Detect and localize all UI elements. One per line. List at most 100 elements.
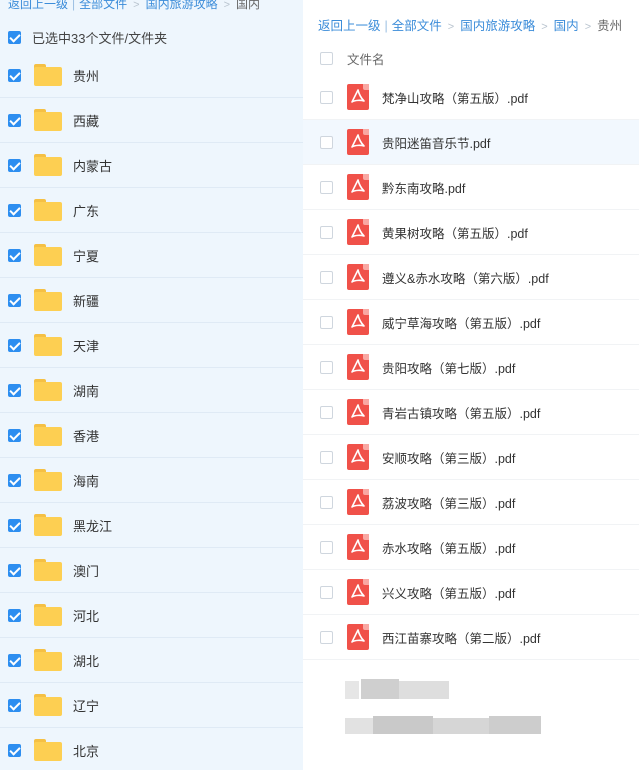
- file-row[interactable]: 贵阳迷笛音乐节.pdf: [303, 120, 639, 165]
- file-name[interactable]: 荔波攻略（第三版）.pdf: [382, 493, 515, 512]
- row-checkbox[interactable]: [8, 68, 21, 82]
- row-checkbox[interactable]: [8, 248, 21, 262]
- folder-row[interactable]: 天津: [0, 323, 303, 368]
- folder-name[interactable]: 黑龙江: [73, 516, 112, 535]
- folder-row[interactable]: 湖南: [0, 368, 303, 413]
- file-name[interactable]: 贵阳迷笛音乐节.pdf: [382, 133, 490, 152]
- file-row[interactable]: 黔东南攻略.pdf: [303, 165, 639, 210]
- file-row[interactable]: 兴义攻略（第五版）.pdf: [303, 570, 639, 615]
- folder-name[interactable]: 澳门: [73, 561, 99, 580]
- folder-row[interactable]: 辽宁: [0, 683, 303, 728]
- file-name[interactable]: 贵阳攻略（第七版）.pdf: [382, 358, 515, 377]
- file-name[interactable]: 安顺攻略（第三版）.pdf: [382, 448, 515, 467]
- file-row[interactable]: 安顺攻略（第三版）.pdf: [303, 435, 639, 480]
- folder-name[interactable]: 宁夏: [73, 246, 99, 265]
- row-checkbox[interactable]: [320, 90, 333, 104]
- domestic-link[interactable]: 国内: [554, 19, 579, 33]
- back-link[interactable]: 返回上一级: [318, 19, 381, 33]
- file-row[interactable]: 遵义&赤水攻略（第六版）.pdf: [303, 255, 639, 300]
- pdf-icon: [347, 399, 369, 425]
- row-checkbox[interactable]: [8, 383, 21, 397]
- folder-name[interactable]: 湖南: [73, 381, 99, 400]
- folder-row[interactable]: 北京: [0, 728, 303, 770]
- file-name[interactable]: 西江苗寨攻略（第二版）.pdf: [382, 628, 540, 647]
- folder-row[interactable]: 香港: [0, 413, 303, 458]
- row-checkbox[interactable]: [8, 158, 21, 172]
- row-checkbox[interactable]: [8, 473, 21, 487]
- row-checkbox[interactable]: [320, 405, 333, 419]
- row-checkbox[interactable]: [8, 338, 21, 352]
- folder-name[interactable]: 贵州: [73, 66, 99, 85]
- all-files-link[interactable]: 全部文件: [79, 0, 127, 11]
- folder-row[interactable]: 贵州: [0, 53, 303, 98]
- file-row[interactable]: 威宁草海攻略（第五版）.pdf: [303, 300, 639, 345]
- row-checkbox[interactable]: [320, 585, 333, 599]
- row-checkbox[interactable]: [320, 360, 333, 374]
- file-name[interactable]: 遵义&赤水攻略（第六版）.pdf: [382, 268, 549, 287]
- folder-name[interactable]: 辽宁: [73, 696, 99, 715]
- row-checkbox[interactable]: [320, 225, 333, 239]
- row-checkbox[interactable]: [320, 540, 333, 554]
- row-checkbox[interactable]: [320, 450, 333, 464]
- row-checkbox[interactable]: [320, 315, 333, 329]
- domestic-guides-link[interactable]: 国内旅游攻略: [460, 19, 535, 33]
- file-name[interactable]: 黔东南攻略.pdf: [382, 178, 465, 197]
- row-checkbox[interactable]: [8, 698, 21, 712]
- folder-row[interactable]: 湖北: [0, 638, 303, 683]
- file-name[interactable]: 兴义攻略（第五版）.pdf: [382, 583, 515, 602]
- domestic-guides-link[interactable]: 国内旅游攻略: [146, 0, 218, 11]
- folder-row[interactable]: 海南: [0, 458, 303, 503]
- row-checkbox[interactable]: [320, 135, 333, 149]
- file-row[interactable]: 黄果树攻略（第五版）.pdf: [303, 210, 639, 255]
- all-files-link[interactable]: 全部文件: [392, 19, 442, 33]
- folder-row[interactable]: 河北: [0, 593, 303, 638]
- folder-row[interactable]: 宁夏: [0, 233, 303, 278]
- row-checkbox[interactable]: [8, 743, 21, 757]
- row-checkbox[interactable]: [8, 203, 21, 217]
- row-checkbox[interactable]: [8, 113, 21, 127]
- file-row[interactable]: 青岩古镇攻略（第五版）.pdf: [303, 390, 639, 435]
- folder-name[interactable]: 广东: [73, 201, 99, 220]
- folder-name[interactable]: 北京: [73, 741, 99, 760]
- file-row[interactable]: 贵阳攻略（第七版）.pdf: [303, 345, 639, 390]
- folder-name[interactable]: 海南: [73, 471, 99, 490]
- back-link[interactable]: 返回上一级: [8, 0, 68, 11]
- folder-row[interactable]: 新疆: [0, 278, 303, 323]
- file-row[interactable]: 梵净山攻略（第五版）.pdf: [303, 75, 639, 120]
- file-name[interactable]: 梵净山攻略（第五版）.pdf: [382, 88, 528, 107]
- folder-name[interactable]: 香港: [73, 426, 99, 445]
- folder-name[interactable]: 河北: [73, 606, 99, 625]
- row-checkbox[interactable]: [8, 518, 21, 532]
- row-checkbox[interactable]: [8, 563, 21, 577]
- folder-name[interactable]: 西藏: [73, 111, 99, 130]
- folder-row[interactable]: 广东: [0, 188, 303, 233]
- select-all-checkbox[interactable]: [320, 51, 333, 65]
- file-row[interactable]: 赤水攻略（第五版）.pdf: [303, 525, 639, 570]
- folder-name[interactable]: 湖北: [73, 651, 99, 670]
- folder-icon: [34, 739, 62, 761]
- file-name[interactable]: 赤水攻略（第五版）.pdf: [382, 538, 515, 557]
- folder-row[interactable]: 黑龙江: [0, 503, 303, 548]
- row-checkbox[interactable]: [320, 180, 333, 194]
- row-checkbox[interactable]: [320, 630, 333, 644]
- file-row[interactable]: 西江苗寨攻略（第二版）.pdf: [303, 615, 639, 660]
- folder-row[interactable]: 澳门: [0, 548, 303, 593]
- file-list: 梵净山攻略（第五版）.pdf 贵阳迷笛音乐节.pdf 黔东南攻略.pdf 黄果树…: [303, 75, 639, 660]
- row-checkbox[interactable]: [8, 293, 21, 307]
- folder-name[interactable]: 内蒙古: [73, 156, 112, 175]
- row-checkbox[interactable]: [320, 270, 333, 284]
- row-checkbox[interactable]: [320, 495, 333, 509]
- row-checkbox[interactable]: [8, 608, 21, 622]
- file-name[interactable]: 威宁草海攻略（第五版）.pdf: [382, 313, 540, 332]
- file-name[interactable]: 青岩古镇攻略（第五版）.pdf: [382, 403, 540, 422]
- file-row[interactable]: 荔波攻略（第三版）.pdf: [303, 480, 639, 525]
- select-all-checkbox[interactable]: [8, 30, 21, 44]
- row-checkbox[interactable]: [8, 653, 21, 667]
- row-checkbox[interactable]: [8, 428, 21, 442]
- column-header-filename[interactable]: 文件名: [347, 49, 385, 68]
- file-name[interactable]: 黄果树攻略（第五版）.pdf: [382, 223, 528, 242]
- folder-name[interactable]: 新疆: [73, 291, 99, 310]
- folder-name[interactable]: 天津: [73, 336, 99, 355]
- folder-row[interactable]: 内蒙古: [0, 143, 303, 188]
- folder-row[interactable]: 西藏: [0, 98, 303, 143]
